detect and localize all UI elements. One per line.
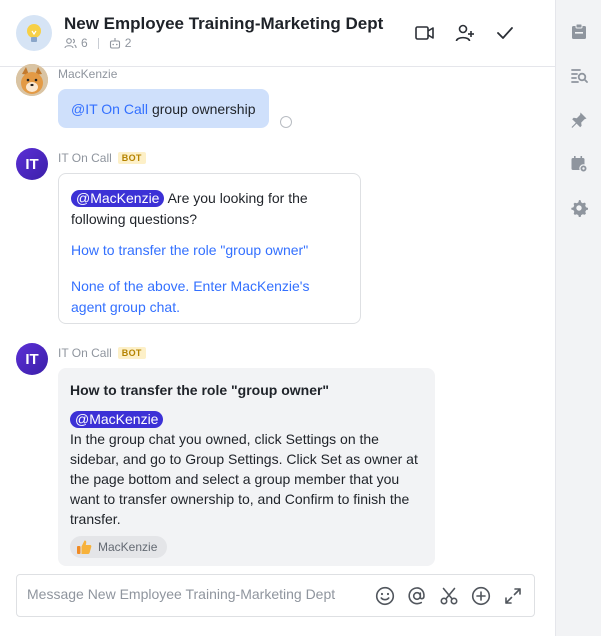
bot-count[interactable]: 2 bbox=[125, 36, 132, 50]
checkmark-icon[interactable] bbox=[494, 22, 516, 44]
sender-name[interactable]: IT On Call bbox=[58, 346, 112, 360]
settings-gear-icon[interactable] bbox=[567, 196, 591, 220]
message-sender: IT On Call BOT bbox=[58, 151, 146, 165]
avatar[interactable]: IT bbox=[16, 343, 48, 375]
group-avatar[interactable] bbox=[16, 15, 52, 51]
mention[interactable]: @MacKenzie bbox=[70, 411, 164, 428]
meta-divider bbox=[97, 37, 99, 49]
card-body: @MacKenzie Are you looking for the follo… bbox=[71, 188, 348, 230]
answer-text: In the group chat you owned, click Setti… bbox=[70, 431, 418, 527]
reaction-chip[interactable]: MacKenzie bbox=[70, 536, 168, 558]
video-call-icon[interactable] bbox=[414, 22, 436, 44]
option-link[interactable]: None of the above. Enter MacKenzie's age… bbox=[71, 276, 348, 318]
avatar[interactable]: IT bbox=[16, 148, 48, 180]
search-history-icon[interactable] bbox=[567, 64, 591, 88]
pin-icon[interactable] bbox=[567, 108, 591, 132]
reaction-user: MacKenzie bbox=[98, 540, 158, 554]
calendar-settings-icon[interactable] bbox=[567, 152, 591, 176]
message-bubble[interactable]: @IT On Call group ownership bbox=[58, 89, 269, 128]
chat-title[interactable]: New Employee Training-Marketing Dept bbox=[64, 14, 383, 34]
emoji-icon[interactable] bbox=[374, 585, 396, 607]
avatar[interactable] bbox=[16, 64, 48, 96]
message-sender: MacKenzie bbox=[58, 67, 117, 81]
chat-panel: New Employee Training-Marketing Dept 6 2 bbox=[0, 0, 555, 636]
mention[interactable]: @IT On Call bbox=[71, 101, 148, 117]
right-sidebar bbox=[555, 0, 601, 636]
answer-question: How to transfer the role "group owner" bbox=[70, 382, 330, 398]
mention[interactable]: @MacKenzie bbox=[71, 190, 165, 207]
sender-name[interactable]: MacKenzie bbox=[58, 67, 117, 81]
message-composer bbox=[16, 574, 535, 617]
lightbulb-icon bbox=[27, 24, 41, 42]
thumbs-up-icon bbox=[77, 540, 92, 554]
members-icon bbox=[64, 38, 77, 49]
message-sender: IT On Call BOT bbox=[58, 346, 146, 360]
option-link[interactable]: How to transfer the role "group owner" bbox=[71, 240, 348, 261]
chat-header: New Employee Training-Marketing Dept 6 2 bbox=[0, 0, 555, 67]
bot-badge: BOT bbox=[117, 347, 146, 359]
scissors-icon[interactable] bbox=[438, 585, 460, 607]
bot-answer-card: How to transfer the role "group owner" @… bbox=[58, 368, 435, 566]
message-input[interactable] bbox=[27, 586, 367, 602]
add-icon[interactable] bbox=[470, 585, 492, 607]
bot-icon bbox=[109, 38, 120, 49]
chat-meta: 6 2 bbox=[64, 36, 131, 50]
bot-badge: BOT bbox=[117, 152, 146, 164]
message-text: group ownership bbox=[151, 100, 256, 117]
bot-card: @MacKenzie Are you looking for the follo… bbox=[58, 173, 361, 324]
dog-avatar-icon bbox=[16, 64, 48, 96]
member-count[interactable]: 6 bbox=[81, 36, 88, 50]
avatar-text: IT bbox=[25, 350, 39, 368]
mention-icon[interactable] bbox=[406, 585, 428, 607]
expand-icon[interactable] bbox=[502, 585, 524, 607]
sender-name[interactable]: IT On Call bbox=[58, 151, 112, 165]
read-status-icon[interactable] bbox=[280, 116, 292, 128]
avatar-text: IT bbox=[25, 155, 39, 173]
announcement-icon[interactable] bbox=[567, 20, 591, 44]
add-member-icon[interactable] bbox=[454, 22, 476, 44]
